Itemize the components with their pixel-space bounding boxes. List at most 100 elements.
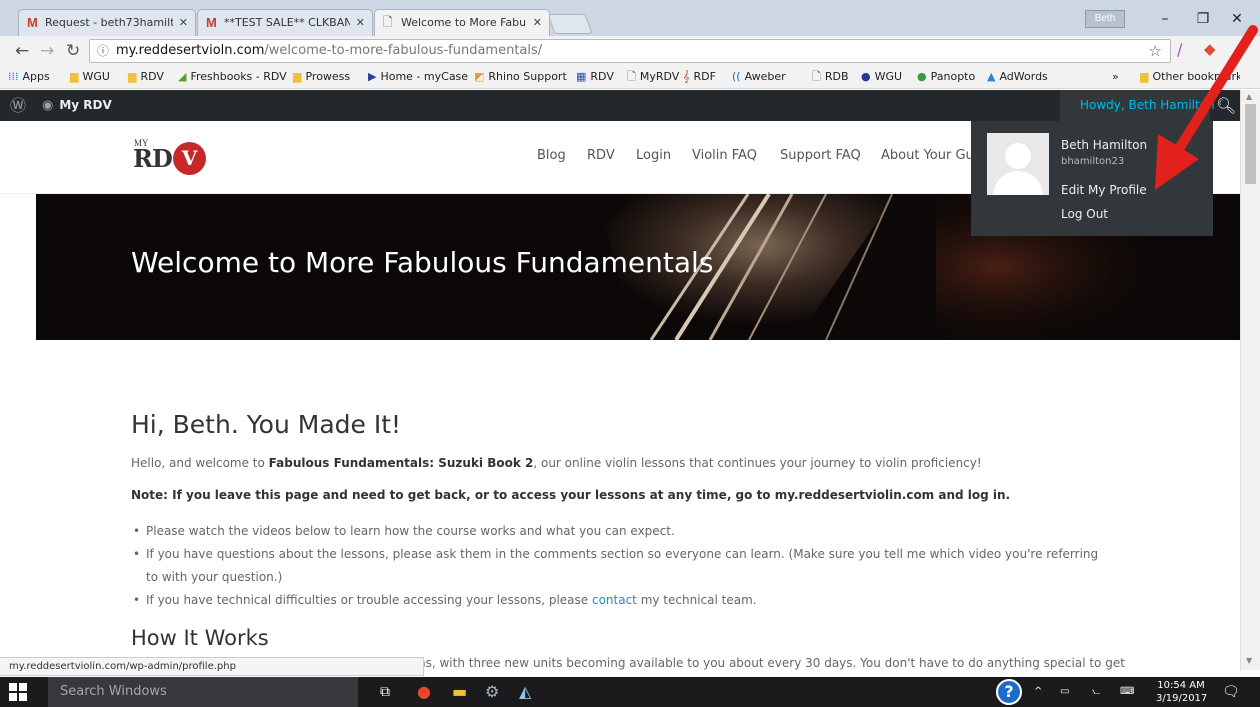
screen: { "browser": { "tabs": [ {"favicon": "gm… xyxy=(0,0,1260,707)
chrome-icon[interactable]: ● xyxy=(417,682,431,702)
tab-welcome-active[interactable]: 🗋 Welcome to More Fabulo ✕ xyxy=(374,9,550,36)
folder-icon: ▆ xyxy=(293,70,302,83)
minimize-button[interactable]: – xyxy=(1150,8,1180,30)
bookmark-myrdv[interactable]: 🗋 MyRDV xyxy=(627,66,679,88)
bookmark-wgu-2[interactable]: ● WGU xyxy=(861,66,902,88)
bookmark-mycase[interactable]: ▶ Home - myCase xyxy=(368,66,468,88)
link-status-bubble: my.reddesertviolin.com/wp-admin/profile.… xyxy=(0,657,424,676)
bookmark-apps[interactable]: ⁞⁞⁞ Apps xyxy=(8,66,50,88)
bookmark-rhino-support[interactable]: ◩ Rhino Support xyxy=(474,66,567,88)
nav-violin-faq[interactable]: Violin FAQ xyxy=(692,148,757,163)
chrome-profile-button[interactable]: Beth xyxy=(1085,10,1125,28)
windows-start-icon[interactable] xyxy=(9,683,27,701)
bookmark-aweber[interactable]: ((Aweber xyxy=(732,66,786,88)
panopto-icon: ● xyxy=(917,70,927,83)
notifications-icon[interactable]: 🗨 xyxy=(1222,677,1240,707)
network-tool-icon[interactable]: ⚙ xyxy=(485,682,499,702)
new-tab-button[interactable] xyxy=(547,14,593,34)
url-host: my.reddesertvioln.com xyxy=(116,43,265,58)
bookmarks-overflow-button[interactable]: » xyxy=(1112,66,1119,88)
adwords-icon: ▲ xyxy=(987,70,996,83)
dropdown-username: bhamilton23 xyxy=(1061,156,1125,167)
task-view-icon[interactable]: ⧉ xyxy=(380,682,390,702)
close-tab-icon[interactable]: ✕ xyxy=(179,10,188,35)
bookmark-adwords[interactable]: ▲ AdWords xyxy=(987,66,1048,88)
bookmark-panopto[interactable]: ● Panopto xyxy=(917,66,975,88)
close-tab-icon[interactable]: ✕ xyxy=(356,10,365,35)
list-item: If you have technical difficulties or tr… xyxy=(131,589,1111,612)
help-icon[interactable]: ? xyxy=(996,679,1022,705)
note-paragraph: Note: If you leave this page and need to… xyxy=(131,488,1011,502)
search-icon[interactable]: 🔍︎ xyxy=(1216,90,1236,121)
close-window-button[interactable]: ✕ xyxy=(1222,8,1252,30)
back-button[interactable]: ← xyxy=(15,40,29,62)
wifi-icon[interactable]: ⦦ xyxy=(1092,677,1100,707)
power-icon[interactable]: ▭ xyxy=(1060,677,1069,707)
howdy-account-menu[interactable]: Howdy, Beth Hamilton xyxy=(1060,90,1215,121)
intro-paragraph: Hello, and welcome to Fabulous Fundament… xyxy=(131,456,982,470)
nav-rdv[interactable]: RDV xyxy=(587,148,615,163)
how-it-works-heading: How It Works xyxy=(131,626,269,650)
nav-blog[interactable]: Blog xyxy=(537,148,566,163)
reload-button[interactable]: ↻ xyxy=(66,40,80,62)
bookmark-wgu[interactable]: ▆ WGU xyxy=(70,66,110,88)
bookmark-other[interactable]: ▆ Other bookmarks xyxy=(1140,66,1240,88)
how-it-works-paragraph: ns, with three new units becoming availa… xyxy=(418,656,1125,670)
tab-title: Request - beth73hamilto xyxy=(45,16,173,29)
extension-color-icon[interactable]: ◆ xyxy=(1204,40,1216,58)
mycase-icon: ▶ xyxy=(368,70,377,83)
info-icon[interactable]: ⓘ xyxy=(97,40,109,62)
nav-login[interactable]: Login xyxy=(636,148,671,163)
browser-tab-strip: M Request - beth73hamilto ✕ M **TEST SAL… xyxy=(0,0,1260,36)
windows-taskbar: Search Windows ⧉ ● ▬ ⚙ ◭ ? ^ ▭ ⦦ ⌨ 10:54… xyxy=(0,677,1260,707)
account-dropdown: Beth Hamilton bhamilton23 Edit My Profil… xyxy=(971,121,1213,236)
page-scrollbar[interactable]: ▲ ▼ xyxy=(1240,90,1260,670)
nav-support-faq[interactable]: Support FAQ xyxy=(780,148,861,163)
violin-icon: 𝄞 xyxy=(683,70,690,83)
show-hidden-icons-icon[interactable]: ^ xyxy=(1034,677,1042,707)
aweber-icon: (( xyxy=(732,70,741,83)
file-explorer-icon[interactable]: ▬ xyxy=(452,682,467,702)
edit-profile-link[interactable]: Edit My Profile xyxy=(1061,183,1147,197)
keyboard-icon[interactable]: ⌨ xyxy=(1120,677,1134,707)
maximize-button[interactable]: ❐ xyxy=(1188,8,1218,30)
wp-admin-bar: Ⓦ ◉ My RDV Howdy, Beth Hamilton 🔍︎ xyxy=(0,90,1240,121)
tab-gmail-test-sale[interactable]: M **TEST SALE** CLKBANK ✕ xyxy=(197,9,373,36)
extension-pen-icon[interactable]: / xyxy=(1177,40,1182,59)
bookmark-star-icon[interactable]: ☆ xyxy=(1149,40,1162,62)
tab-title: **TEST SALE** CLKBANK xyxy=(224,16,350,29)
log-out-link[interactable]: Log Out xyxy=(1061,207,1108,221)
close-tab-icon[interactable]: ✕ xyxy=(533,10,542,35)
forward-button[interactable]: → xyxy=(40,40,54,62)
avatar[interactable] xyxy=(987,133,1049,195)
toolbar: ← → ↻ ⓘ my.reddesertvioln.com/welcome-to… xyxy=(0,36,1260,66)
grid-icon: ▦ xyxy=(576,70,587,83)
admin-bar-site-link[interactable]: ◉ My RDV xyxy=(42,90,112,121)
site-logo[interactable]: MY RD V xyxy=(133,138,223,178)
scroll-down-icon[interactable]: ▼ xyxy=(1246,656,1252,665)
instructions-list: Please watch the videos below to learn h… xyxy=(131,520,1111,612)
dropdown-display-name[interactable]: Beth Hamilton xyxy=(1061,138,1147,152)
bookmark-freshbooks[interactable]: ◢ Freshbooks - RDV xyxy=(178,66,287,88)
app-icon[interactable]: ◭ xyxy=(519,682,531,702)
taskbar-search-input[interactable]: Search Windows xyxy=(48,677,358,707)
tab-title: Welcome to More Fabulo xyxy=(401,16,527,29)
taskbar-clock[interactable]: 10:54 AM 3/19/2017 xyxy=(1156,679,1208,705)
contact-link[interactable]: contact xyxy=(592,593,637,607)
bookmark-rdv[interactable]: ▆ RDV xyxy=(128,66,164,88)
scroll-up-icon[interactable]: ▲ xyxy=(1246,92,1252,101)
nav-about-your-guide[interactable]: About Your Gu xyxy=(881,148,974,163)
list-item: If you have questions about the lessons,… xyxy=(131,543,1111,589)
bookmark-rdv-2[interactable]: ▦ RDV xyxy=(576,66,614,88)
bookmark-prowess[interactable]: ▆ Prowess xyxy=(293,66,350,88)
bookmark-rdb[interactable]: 🗋 RDB xyxy=(812,66,849,88)
bookmark-rdf[interactable]: 𝄞 RDF xyxy=(683,66,716,88)
clock-date: 3/19/2017 xyxy=(1156,693,1208,704)
dashboard-icon: ◉ xyxy=(42,98,54,113)
address-bar[interactable]: ⓘ my.reddesertvioln.com/welcome-to-more-… xyxy=(89,39,1171,63)
gmail-icon: M xyxy=(206,15,217,30)
tab-gmail-request[interactable]: M Request - beth73hamilto ✕ xyxy=(18,9,196,36)
wordpress-logo-icon[interactable]: Ⓦ xyxy=(10,90,26,121)
page-title: Welcome to More Fabulous Fundamentals xyxy=(131,246,714,279)
scroll-thumb[interactable] xyxy=(1245,104,1256,184)
